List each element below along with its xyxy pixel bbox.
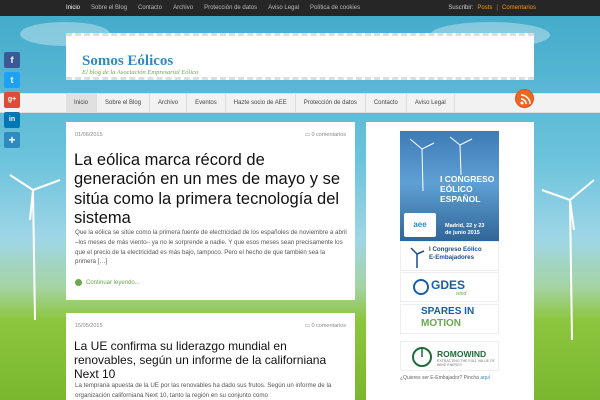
wind-turbine-illustration (9, 174, 61, 321)
twitter-icon[interactable]: t (4, 72, 20, 88)
post-title[interactable]: La UE confirma su liderazgo mundial en r… (74, 339, 350, 381)
gdes-wind-logo[interactable]: GDES wind (400, 272, 499, 302)
read-more-label: Continuar leyendo... (86, 279, 140, 286)
gdes-emblem-icon (413, 279, 429, 295)
banner-title-line: ESPAÑOL (440, 193, 481, 204)
top-nav-archivo[interactable]: Archivo (173, 5, 193, 11)
spares-in-motion-logo[interactable]: SPARES IN MOTION (400, 304, 499, 334)
site-title[interactable]: Somos Eólicos (82, 53, 173, 70)
blog-post: 01/06/2015 ▭ 0 comentarios La eólica mar… (66, 122, 355, 300)
main-nav-proteccion-de-datos[interactable]: Protección de datos (296, 94, 366, 112)
banner-title: I CONGRESO EÓLICO ESPAÑOL (440, 174, 494, 204)
main-nav-sobre-el-blog[interactable]: Sobre el Blog (97, 94, 151, 112)
ambassador-question: ¿Quieres ser E-Embajador? Pincha (400, 375, 479, 381)
site-tagline: El blog de la Asociación Empresarial Eól… (82, 69, 199, 76)
banner-date-line: Madrid, 22 y 23 (445, 223, 485, 229)
site-header: Somos Eólicos El blog de la Asociación E… (66, 33, 534, 80)
social-share-bar: f t g+ in + (4, 52, 22, 152)
post-title[interactable]: La eólica marca récord de generación en … (74, 151, 350, 228)
subscribe-posts-link[interactable]: Posts (477, 5, 492, 11)
facebook-icon[interactable]: f (4, 52, 20, 68)
blog-post: 15/05/2015 ▭ 0 comentarios La UE confirm… (66, 313, 355, 400)
top-nav: Inicio Sobre el Blog Contacto Archivo Pr… (66, 0, 371, 16)
sidebar: I CONGRESO EÓLICO ESPAÑOL aee Madrid, 22… (366, 122, 534, 400)
romowind-subtitle: EXTRACTING THE FULL VALUE OF WIND ENERGY (437, 359, 495, 367)
subscribe-links: Suscribir: Posts | Comentarios (448, 0, 536, 16)
main-nav-aviso-legal[interactable]: Aviso Legal (407, 94, 455, 112)
e-embajadores-text: I Congreso Eólico E-Embajadores (429, 246, 482, 262)
post-date: 01/06/2015 (75, 132, 103, 138)
main-nav: Inicio Sobre el Blog Archivo Eventos Haz… (0, 93, 600, 113)
post-excerpt: Que la eólica se sitúe como la primera f… (75, 229, 347, 266)
read-more-link[interactable]: Continuar leyendo... (75, 279, 140, 286)
post-date: 15/05/2015 (75, 323, 103, 329)
romowind-logo[interactable]: ROMOWIND EXTRACTING THE FULL VALUE OF WI… (400, 341, 499, 371)
wind-turbine-illustration (541, 179, 595, 341)
romowind-emblem-icon (412, 347, 432, 367)
subscribe-separator: | (496, 5, 498, 11)
subscribe-label: Suscribir: (448, 5, 474, 11)
post-comments-link[interactable]: ▭ 0 comentarios (305, 323, 346, 329)
romowind-text: ROMOWIND (437, 349, 487, 359)
main-nav-inicio[interactable]: Inicio (66, 94, 98, 112)
banner-date-line: de junio 2015 (445, 230, 480, 237)
logo-line: I Congreso Eólico (429, 246, 482, 253)
motion-text: MOTION (421, 318, 461, 329)
gdes-text: GDES (431, 278, 466, 292)
gdes-subtitle: wind (456, 291, 467, 297)
ambassador-text: ¿Quieres ser E-Embajador? Pincha aquí (400, 375, 490, 381)
main-nav-eventos[interactable]: Eventos (187, 94, 226, 112)
banner-date: Madrid, 22 y 23 de junio 2015 (445, 223, 484, 237)
top-bar: Inicio Sobre el Blog Contacto Archivo Pr… (0, 0, 600, 16)
turbine-icon (410, 247, 425, 268)
google-plus-icon[interactable]: g+ (4, 92, 20, 108)
post-comments-count: 0 comentarios (311, 323, 346, 329)
top-nav-inicio[interactable]: Inicio (66, 5, 80, 11)
main-nav-contacto[interactable]: Contacto (366, 94, 407, 112)
post-comments-link[interactable]: ▭ 0 comentarios (305, 132, 346, 138)
rss-icon[interactable] (515, 89, 534, 108)
spares-text: SPARES IN (421, 306, 475, 317)
top-nav-politica-de-cookies[interactable]: Política de cookies (310, 5, 360, 11)
logo-line: E-Embajadores (429, 254, 475, 262)
top-nav-proteccion-de-datos[interactable]: Protección de datos (204, 5, 257, 11)
ambassador-link[interactable]: aquí (480, 375, 490, 381)
linkedin-icon[interactable]: in (4, 112, 20, 128)
main-nav-archivo[interactable]: Archivo (150, 94, 188, 112)
top-nav-sobre-el-blog[interactable]: Sobre el Blog (91, 5, 127, 11)
subscribe-comments-link[interactable]: Comentarios (502, 5, 536, 11)
share-icon[interactable]: + (4, 132, 20, 148)
top-nav-aviso-legal[interactable]: Aviso Legal (268, 5, 299, 11)
arrow-circle-icon (75, 279, 82, 286)
post-excerpt: La temprana apuesta de la UE por las ren… (75, 382, 332, 399)
congreso-eolico-banner[interactable]: I CONGRESO EÓLICO ESPAÑOL aee Madrid, 22… (400, 131, 499, 247)
top-nav-contacto[interactable]: Contacto (138, 5, 162, 11)
main-nav-hazte-socio[interactable]: Hazte socio de AEE (226, 94, 296, 112)
aee-logo: aee (404, 213, 436, 237)
post-comments-count: 0 comentarios (311, 132, 346, 138)
e-embajadores-logo[interactable]: I Congreso Eólico E-Embajadores (400, 241, 499, 271)
